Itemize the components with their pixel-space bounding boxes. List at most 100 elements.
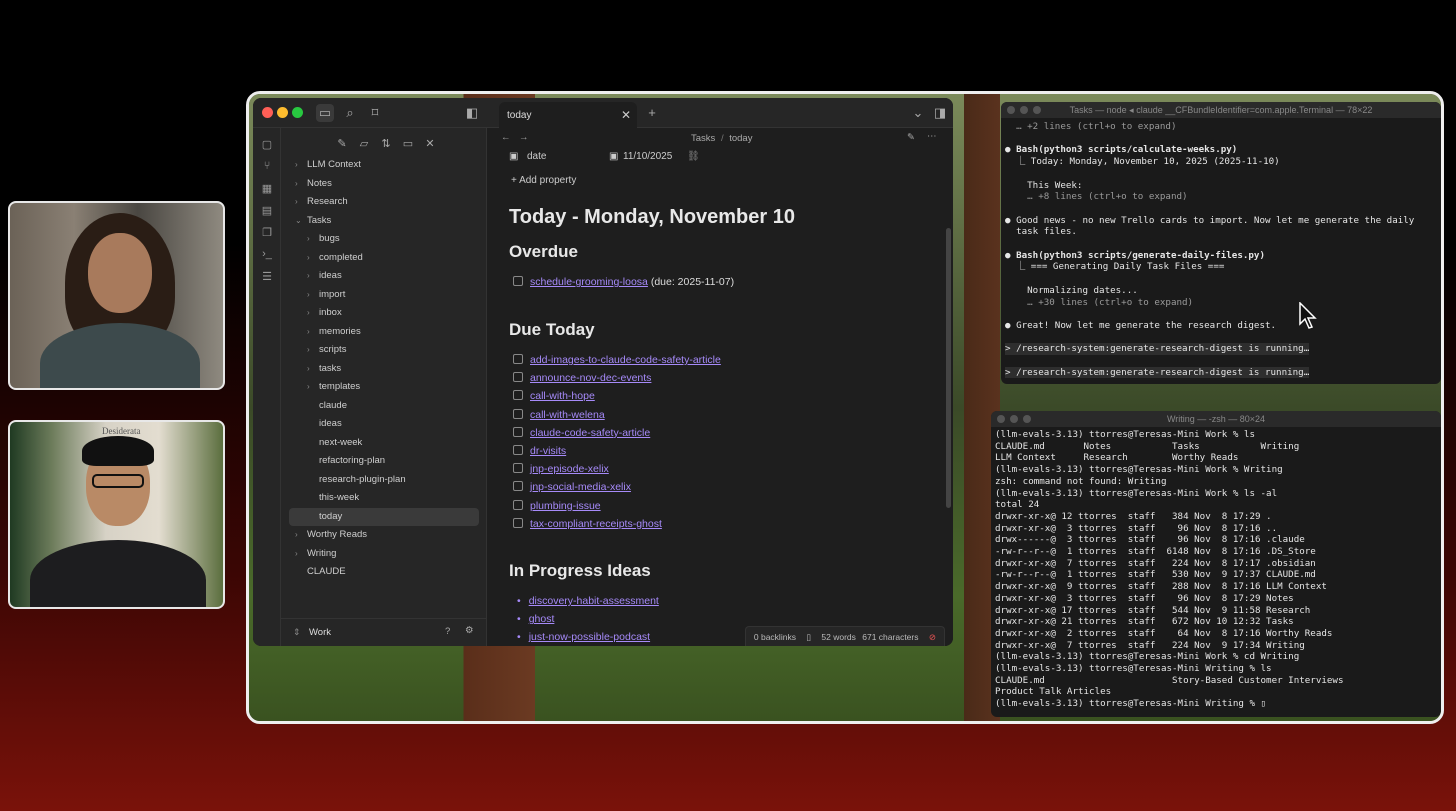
tree-item[interactable]: claude xyxy=(281,397,487,416)
tree-item[interactable]: › inbox xyxy=(281,304,487,323)
help-icon[interactable]: ? xyxy=(445,626,450,637)
collapse-icon[interactable]: ▭ xyxy=(397,137,419,150)
tree-item[interactable]: › tasks xyxy=(281,360,487,379)
chevron-icon[interactable]: ⌄ xyxy=(295,212,302,231)
minimize-window-button[interactable] xyxy=(1010,415,1018,423)
close-icon[interactable]: ✕ xyxy=(419,137,441,150)
chevron-icon[interactable]: › xyxy=(307,249,310,268)
terminal-output[interactable]: … +2 lines (ctrl+o to expand) ● Bash(pyt… xyxy=(1001,118,1441,379)
task-checkbox[interactable] xyxy=(513,354,523,364)
task-link[interactable]: announce-nov-dec-events xyxy=(530,372,651,384)
tree-item[interactable]: refactoring-plan xyxy=(281,452,487,471)
tree-item[interactable]: › import xyxy=(281,286,487,305)
tree-item[interactable]: ideas xyxy=(281,415,487,434)
tree-item[interactable]: ⌄ Tasks xyxy=(281,212,487,231)
task-checkbox[interactable] xyxy=(513,276,523,286)
breadcrumb-folder[interactable]: Tasks xyxy=(691,133,715,144)
idea-item[interactable]: • ghost xyxy=(517,613,554,625)
copy-icon[interactable]: ❐ xyxy=(260,226,274,240)
chevron-icon[interactable]: › xyxy=(307,304,310,323)
task-link[interactable]: tax-compliant-receipts-ghost xyxy=(530,518,662,530)
tree-item[interactable]: › completed xyxy=(281,249,487,268)
sidebar-toggle-icon[interactable]: ◧ xyxy=(463,104,481,122)
idea-link[interactable]: ghost xyxy=(529,613,555,625)
chevron-icon[interactable]: › xyxy=(307,230,310,249)
tab-today[interactable]: today ✕ xyxy=(499,102,637,128)
task-item[interactable]: plumbing-issue xyxy=(513,499,601,516)
tree-item[interactable]: next-week xyxy=(281,434,487,453)
tree-item[interactable]: › ideas xyxy=(281,267,487,286)
chevron-icon[interactable]: › xyxy=(307,286,310,305)
canvas-icon[interactable]: ▦ xyxy=(260,182,274,196)
search-icon[interactable]: ⌕ xyxy=(341,104,359,122)
vault-name[interactable]: Work xyxy=(309,627,331,638)
task-link[interactable]: dr-visits xyxy=(530,445,566,457)
chevron-icon[interactable]: › xyxy=(295,545,298,564)
settings-gear-icon[interactable]: ⚙ xyxy=(465,625,474,636)
zoom-window-button[interactable] xyxy=(292,107,303,118)
tree-item[interactable]: CLAUDE xyxy=(281,563,487,582)
bookmark-icon[interactable]: ⌑ xyxy=(366,104,384,122)
idea-item[interactable]: • discovery-habit-assessment xyxy=(517,595,659,607)
task-item[interactable]: jnp-social-media-xelix xyxy=(513,481,631,497)
task-checkbox[interactable] xyxy=(513,445,523,455)
idea-link[interactable]: discovery-habit-assessment xyxy=(529,595,659,607)
close-window-button[interactable] xyxy=(262,107,273,118)
task-item[interactable]: schedule-grooming-loosa (due: 2025-11-07… xyxy=(513,276,734,292)
folder-icon[interactable]: ▭ xyxy=(316,104,334,122)
scrollbar[interactable] xyxy=(946,228,951,508)
chevron-icon[interactable]: › xyxy=(307,323,310,342)
new-folder-icon[interactable]: ▱ xyxy=(353,137,375,150)
more-options-icon[interactable]: ⋯ xyxy=(927,131,937,142)
task-link[interactable]: schedule-grooming-loosa xyxy=(530,276,648,288)
task-item[interactable]: jnp-episode-xelix xyxy=(513,463,609,479)
task-checkbox[interactable] xyxy=(513,517,523,528)
task-link[interactable]: call-with-hope xyxy=(530,390,595,402)
chevron-icon[interactable]: › xyxy=(307,267,310,286)
graph-icon[interactable]: ⑂ xyxy=(260,160,274,174)
task-checkbox[interactable] xyxy=(513,499,523,510)
close-window-button[interactable] xyxy=(1007,106,1015,114)
new-note-icon[interactable]: ✎ xyxy=(331,137,353,150)
tree-item[interactable]: › templates xyxy=(281,378,487,397)
file-icon[interactable]: ▢ xyxy=(260,138,274,152)
breadcrumb-note[interactable]: today xyxy=(729,133,752,144)
link-icon[interactable]: ⛓ xyxy=(687,151,700,162)
tree-item[interactable]: this-week xyxy=(281,489,487,508)
task-link[interactable]: claude-code-safety-article xyxy=(530,427,650,439)
chevron-down-icon[interactable]: ⌄ xyxy=(909,104,927,122)
tree-item[interactable]: research-plugin-plan xyxy=(281,471,487,490)
new-tab-icon[interactable]: + xyxy=(643,104,661,122)
task-link[interactable]: plumbing-issue xyxy=(530,500,601,512)
minimize-window-button[interactable] xyxy=(277,107,288,118)
tree-item[interactable]: today xyxy=(289,507,479,526)
zoom-window-button[interactable] xyxy=(1033,106,1041,114)
back-arrow-icon[interactable]: ← xyxy=(501,132,511,143)
task-checkbox[interactable] xyxy=(513,372,523,383)
task-item[interactable]: claude-code-safety-article xyxy=(513,426,650,443)
add-property-button[interactable]: + Add property xyxy=(511,175,576,186)
vault-switch-icon[interactable]: ⇕ xyxy=(293,627,301,638)
edit-icon[interactable]: ✎ xyxy=(907,132,915,143)
calendar-icon[interactable]: ▤ xyxy=(260,204,274,218)
tree-item[interactable]: › memories xyxy=(281,323,487,342)
chevron-icon[interactable]: › xyxy=(307,360,310,379)
task-item[interactable]: call-with-hope xyxy=(513,390,595,406)
close-tab-icon[interactable]: ✕ xyxy=(621,108,631,122)
task-checkbox[interactable] xyxy=(513,481,523,492)
sort-icon[interactable]: ⇅ xyxy=(375,137,397,150)
task-checkbox[interactable] xyxy=(513,408,523,419)
terminal-icon[interactable]: ›_ xyxy=(260,248,274,262)
task-link[interactable]: call-with-welena xyxy=(530,409,605,421)
chevron-icon[interactable]: › xyxy=(307,341,310,360)
tree-item[interactable]: › Worthy Reads xyxy=(281,526,487,545)
right-sidebar-toggle-icon[interactable]: ◨ xyxy=(931,104,949,122)
zoom-window-button[interactable] xyxy=(1023,415,1031,423)
task-item[interactable]: call-with-welena xyxy=(513,408,605,425)
task-checkbox[interactable] xyxy=(513,426,523,437)
property-value-date[interactable]: 11/10/2025 xyxy=(623,151,672,162)
reading-icon[interactable]: ▯ xyxy=(806,632,811,642)
task-link[interactable]: add-images-to-claude-code-safety-article xyxy=(530,354,721,366)
tree-item[interactable]: › LLM Context xyxy=(281,156,487,175)
terminal-output[interactable]: (llm-evals-3.13) ttorres@Teresas-Mini Wo… xyxy=(991,427,1441,710)
